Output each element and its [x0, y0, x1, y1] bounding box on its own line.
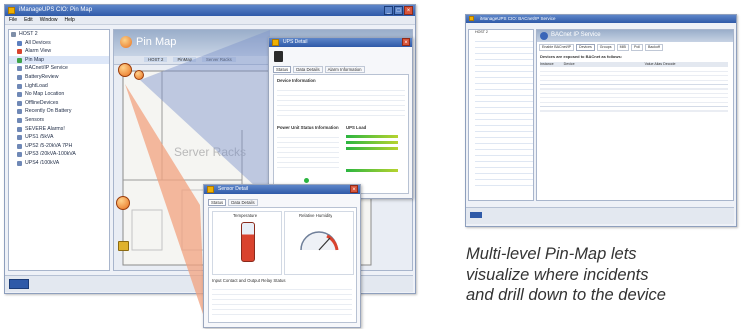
app-icon	[207, 186, 214, 193]
bacnet-titlebar[interactable]: iManageUPS CIO: BACnet/IP Service	[466, 15, 736, 23]
bacnet-device-tree: HOST 2	[468, 29, 534, 201]
tab-status[interactable]: Status	[273, 66, 292, 74]
humidity-gauge-icon	[300, 231, 339, 251]
app-icon	[469, 16, 474, 21]
ups-device-icon	[274, 51, 283, 62]
bacnet-tree-root[interactable]: HOST 2	[469, 30, 533, 35]
tab-groups[interactable]: Groups	[596, 44, 615, 52]
temperature-panel: Temperature	[212, 211, 282, 275]
column-header[interactable]: Instance	[540, 62, 554, 67]
tab-backoff[interactable]: Backoff	[644, 44, 663, 52]
contact-relay-heading: Input Contact and Output Relay Status	[212, 278, 286, 283]
sensor-tabs: Status Data Details	[208, 199, 258, 207]
bacnet-tree-rows	[475, 37, 533, 188]
lock-icon	[118, 241, 129, 251]
temperature-heading: Temperature	[233, 213, 258, 218]
sensor-detail-dialog: Sensor Detail × Status Data Details Temp…	[203, 184, 361, 328]
tab-poll[interactable]: Poll	[630, 44, 643, 52]
status-normal-icon	[304, 178, 309, 183]
load-bar	[346, 147, 398, 150]
tab-alarm-information[interactable]: Alarm Information	[324, 66, 365, 74]
device-info-heading: Device Information	[277, 78, 316, 83]
bacnet-window: iManageUPS CIO: BACnet/IP Service HOST 2…	[465, 14, 737, 227]
thermometer-icon	[241, 222, 255, 262]
column-header[interactable]: Device	[564, 62, 575, 67]
load-bar	[346, 135, 398, 138]
close-button[interactable]: ×	[350, 185, 358, 193]
tab-mib[interactable]: MIB	[616, 44, 629, 52]
bacnet-subheader: Devices are exposed to BACnet as follows…	[540, 54, 623, 59]
bacnet-window-title: iManageUPS CIO: BACnet/IP Service	[480, 16, 556, 21]
bacnet-table-header: Instance Device Value Alias Decode	[540, 62, 728, 67]
load-bar	[346, 169, 398, 172]
pin-icon[interactable]	[134, 70, 144, 80]
tab-devices[interactable]: Devices	[575, 44, 595, 52]
feature-caption: Multi-level Pin-Map lets visualize where…	[466, 244, 741, 306]
pin-icon[interactable]	[118, 63, 132, 77]
bacnet-table-rows	[540, 68, 728, 112]
contact-relay-rows	[212, 285, 352, 317]
close-button[interactable]: ×	[402, 38, 410, 46]
tab-data-details[interactable]: Data Details	[293, 66, 323, 74]
caption-line: visualize where incidents	[466, 265, 649, 284]
tab-status[interactable]: Status	[208, 199, 227, 207]
bacnet-logo-icon	[540, 32, 548, 40]
sensor-dialog-title: Sensor Detail	[218, 186, 249, 192]
power-status-heading: Power Unit Status Information	[277, 125, 339, 130]
device-info-rows	[277, 86, 405, 120]
ups-load-heading: UPS Load	[346, 125, 367, 130]
caption-line: Multi-level Pin-Map lets	[466, 245, 637, 263]
tab-data-details[interactable]: Data Details	[228, 199, 258, 207]
bacnet-panel-title: BACnet IP Service	[551, 32, 601, 38]
device-dialog-titlebar[interactable]: UPS Detail ×	[269, 38, 412, 47]
device-tabs: Status Data Details Alarm Information	[273, 66, 365, 74]
bacnet-panel-header: BACnet IP Service	[537, 30, 733, 42]
sensor-tab-panel: Temperature Relative Humidity Input Cont…	[208, 207, 357, 323]
humidity-heading: Relative Humidity	[299, 213, 333, 218]
caption-line: and drill down to the device	[466, 286, 666, 304]
pin-icon[interactable]	[116, 196, 130, 210]
sensor-dialog-titlebar[interactable]: Sensor Detail ×	[204, 185, 360, 194]
device-dialog-title: UPS Detail	[283, 39, 308, 45]
load-bar	[346, 141, 398, 144]
app-icon	[272, 39, 279, 46]
device-tab-panel: Device Information Power Unit Status Inf…	[273, 74, 409, 194]
view-toggle-button[interactable]	[470, 212, 482, 218]
tab-enable-bacnet[interactable]: Enable BACnet/IP	[539, 44, 574, 52]
bacnet-tabs: Enable BACnet/IP Devices Groups MIB Poll…	[539, 44, 663, 52]
humidity-panel: Relative Humidity	[284, 211, 354, 275]
column-header[interactable]: Value Alias Decode	[645, 62, 676, 67]
bacnet-status-bar	[466, 207, 734, 224]
bacnet-main-panel: BACnet IP Service Enable BACnet/IP Devic…	[536, 29, 734, 201]
power-status-rows	[277, 133, 339, 169]
device-detail-dialog: UPS Detail × Status Data Details Alarm I…	[268, 37, 413, 199]
